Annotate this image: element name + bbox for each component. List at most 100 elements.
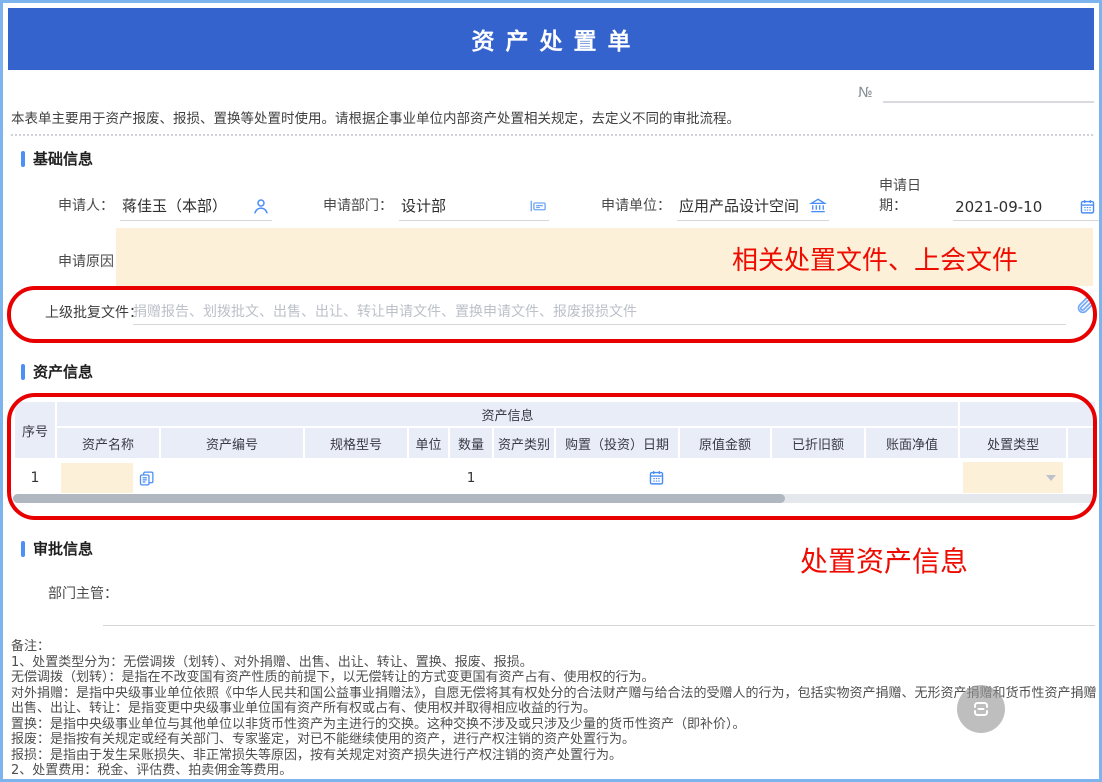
form-description: 本表单主要用于资产报废、报损、置换等处置时使用。请根据企事业单位内部资产处置相关… <box>11 107 1093 136</box>
scrollbar-thumb[interactable] <box>13 494 785 503</box>
cell-asset-code <box>161 460 303 493</box>
cell-depreciated <box>772 460 864 493</box>
cell-quantity: 1 <box>450 460 492 493</box>
original-value-input[interactable] <box>689 462 761 493</box>
form-number-row: № <box>858 83 1094 103</box>
department-label: 申请部门： <box>323 195 393 221</box>
form-number-label: № <box>858 85 873 103</box>
cell-disposal-type <box>960 460 1066 493</box>
unit-input-cell[interactable] <box>414 462 443 493</box>
field-apply-date: 申请日期： 2021-09-10 <box>879 191 1099 221</box>
col-depreciated: 已折旧额 <box>772 428 864 458</box>
col-disposal-type: 处置类型 <box>960 428 1066 458</box>
note-line: 对外捐赠：是指中央级事业单位依照《中华人民共和国公益事业捐赠法》，自愿无偿将其有… <box>11 686 1097 702</box>
col-seq: 序号 <box>15 402 55 458</box>
applicant-label: 申请人： <box>58 195 114 221</box>
disposal-type-select[interactable] <box>963 462 1063 493</box>
depreciated-input[interactable] <box>781 462 855 493</box>
note-line: 报废：是指按有关规定或经有关部门、专家鉴定，对已不能继续使用的资产，进行产权注销… <box>11 732 1097 748</box>
section-bar-icon <box>21 541 25 557</box>
cell-disposal-method <box>1068 460 1095 493</box>
purchase-date-input[interactable] <box>565 462 669 493</box>
apply-date-value: 2021-09-10 <box>955 198 1042 216</box>
disposal-method-input[interactable] <box>1077 462 1095 493</box>
col-net-value: 账面净值 <box>866 428 958 458</box>
quantity-input[interactable]: 1 <box>455 462 487 493</box>
note-line: 报损：是指由于发生呆账损失、非正常损失等原因，按有关规定对资产损失进行产权注销的… <box>11 748 1097 764</box>
asset-code-input[interactable] <box>170 462 294 493</box>
scan-capture-button[interactable] <box>957 685 1005 733</box>
col-spec-model: 规格型号 <box>305 428 407 458</box>
spec-model-input[interactable] <box>314 462 398 493</box>
col-quantity: 数量 <box>450 428 492 458</box>
note-line: 2、处置费用：税金、评估费、拍卖佣金等费用。 <box>11 763 1097 779</box>
applicant-input[interactable]: 蒋佳玉（本部） <box>120 195 272 221</box>
group-header-asset-info: 资产信息 <box>57 402 958 426</box>
page-title: 资产处置单 <box>8 8 1094 70</box>
note-line: 3、出售实物资产和无形资产的收入、置换差价收入、报废报损残值变价收入、保险理赔收… <box>11 779 1097 782</box>
col-asset-category: 资产类别 <box>494 428 554 458</box>
department-value: 设计部 <box>401 195 446 216</box>
section-approval-title: 审批信息 <box>33 538 93 559</box>
section-approval-info: 审批信息 <box>21 538 93 559</box>
asset-name-input[interactable] <box>61 463 133 493</box>
note-line: 无偿调拨（划转）：是指在不改变国有资产性质的前提下，以无偿转让的方式变更国有资产… <box>11 670 1097 686</box>
section-bar-icon <box>21 364 25 380</box>
field-unit: 申请单位： 应用产品设计空间 <box>601 191 829 221</box>
col-original-value: 原值金额 <box>680 428 770 458</box>
field-department: 申请部门： 设计部 <box>323 191 549 221</box>
approval-doc-label: 上级批复文件： <box>45 302 143 322</box>
col-asset-name: 资产名称 <box>57 428 159 458</box>
section-asset-title: 资产信息 <box>33 361 93 382</box>
annotation-asset-note: 处置资产信息 <box>800 540 968 580</box>
section-basic-title: 基础信息 <box>33 148 93 169</box>
cell-asset-category <box>494 460 554 493</box>
person-picker-icon[interactable] <box>252 197 270 215</box>
cell-net-value <box>866 460 958 493</box>
cell-original-value <box>680 460 770 493</box>
section-bar-icon <box>21 151 25 167</box>
section-asset-info: 资产信息 <box>21 361 93 382</box>
net-value-input[interactable] <box>875 462 949 493</box>
cell-spec-model <box>305 460 407 493</box>
organization-bank-icon[interactable] <box>809 197 827 215</box>
col-unit: 单位 <box>409 428 448 458</box>
supervisor-signature-line[interactable] <box>103 625 1095 626</box>
note-line: 出售、出让、转让：是指变更中央级事业单位国有资产所有权或占有、使用权并取得相应收… <box>11 701 1097 717</box>
col-purchase-date: 购置（投资）日期 <box>556 428 678 458</box>
section-basic-info: 基础信息 <box>21 148 93 169</box>
calendar-icon[interactable] <box>648 469 665 486</box>
col-disposal-method: 处置方式 <box>1068 428 1095 458</box>
asset-category-input[interactable] <box>500 462 548 493</box>
approval-doc-input[interactable]: 捐赠报告、划拨批文、出售、出让、转让申请文件、置换申请文件、报废报损文件 <box>133 301 1053 321</box>
unit-label: 申请单位： <box>601 195 671 221</box>
cell-asset-name <box>57 460 159 493</box>
group-header-disposal <box>960 402 1095 426</box>
cell-unit <box>409 460 448 493</box>
scan-frame-icon <box>969 697 993 721</box>
table-row: 1 1 <box>15 460 1095 493</box>
unit-input[interactable]: 应用产品设计空间 <box>677 195 829 221</box>
note-line: 置换：是指中央级事业单位与其他单位以非货币性资产为主进行的交换。这种交换不涉及或… <box>11 717 1097 733</box>
asset-disposal-form: 资产处置单 № 本表单主要用于资产报废、报损、置换等处置时使用。请根据企事业单位… <box>0 0 1102 782</box>
applicant-value: 蒋佳玉（本部） <box>122 195 227 216</box>
supervisor-label: 部门主管： <box>48 583 118 603</box>
copy-select-icon[interactable] <box>138 470 155 487</box>
field-applicant: 申请人： 蒋佳玉（本部） <box>58 191 272 221</box>
horizontal-scrollbar[interactable] <box>13 494 1095 503</box>
col-asset-code: 资产编号 <box>161 428 303 458</box>
cell-seq: 1 <box>15 460 55 493</box>
form-number-input[interactable] <box>883 83 1094 103</box>
department-picker-icon[interactable] <box>529 197 547 215</box>
note-line: 1、处置类型分为：无偿调拨（划转）、对外捐赠、出售、出让、转让、置换、报废、报损… <box>11 655 1097 671</box>
cell-purchase-date <box>556 460 678 493</box>
calendar-icon[interactable] <box>1079 198 1097 216</box>
apply-date-input[interactable]: 2021-09-10 <box>953 198 1099 221</box>
chevron-down-icon <box>1046 475 1056 481</box>
notes-block: 备注： 1、处置类型分为：无偿调拨（划转）、对外捐赠、出售、出让、转让、置换、报… <box>11 639 1097 782</box>
approval-doc-underline <box>133 324 1066 325</box>
apply-date-label: 申请日期： <box>879 175 947 221</box>
unit-value: 应用产品设计空间 <box>679 195 799 216</box>
department-input[interactable]: 设计部 <box>399 195 549 221</box>
paperclip-attach-icon[interactable] <box>1075 294 1096 315</box>
